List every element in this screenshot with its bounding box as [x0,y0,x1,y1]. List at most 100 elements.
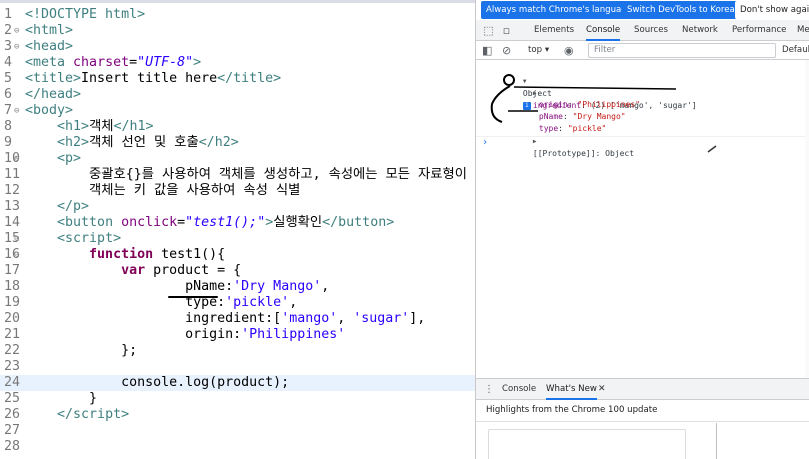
log-levels-dropdown[interactable]: Default [782,41,809,60]
clear-console-icon[interactable]: ⊘ [502,44,511,57]
code-text: <p> [57,151,82,166]
code-text: ingredient:['mango', 'sugar'], [185,311,426,326]
eye-icon[interactable]: ◉ [564,44,574,57]
code-text: type:'pickle', [185,295,298,310]
code-text: console.log(product); [121,375,290,390]
prompt-chevron-icon: › [482,137,489,148]
editor-tab-strip [0,0,475,3]
code-text: </script> [57,407,130,422]
line-number: 28 [4,439,21,454]
drawer-tabs: ⋮ Console What's New ✕ [476,379,809,400]
prop-pname: pName: "Dry Mango" [538,112,626,121]
code-text: <title>Insert title here</title> [25,71,282,86]
code-text: <script> [57,231,122,246]
fold-toggle-icon[interactable]: ⊖ [14,103,19,119]
drawer-tab-console[interactable]: Console [502,379,536,400]
line-number: 24 [4,375,21,390]
line-number: 22 [4,343,21,358]
tab-sources[interactable]: Sources [634,20,668,41]
code-text: <meta charset="UTF-8"> [25,55,202,70]
inspect-element-icon[interactable]: ⬚ [482,24,495,37]
prop-prototype[interactable]: ▶ [[Prototype]]: Object [504,123,634,158]
switch-korean-button[interactable]: Switch DevTools to Korean [622,1,746,19]
line-number: 7 [4,103,13,118]
tab-performance[interactable]: Performance [732,20,786,41]
code-text: </p> [57,199,90,214]
fold-toggle-icon[interactable]: ⊖ [14,231,19,247]
line-number: 3 [4,39,13,54]
line-number: 5 [4,71,13,86]
annotation-underline-pname [168,296,218,298]
drawer-divider [476,421,809,422]
object-log-header[interactable]: ▼ Object i [494,63,552,110]
console-scrollbar[interactable] [805,60,809,378]
line-number: 8 [4,119,13,134]
fold-toggle-icon[interactable]: ⊖ [14,23,19,39]
sidebar-toggle-icon[interactable]: ◧ [482,44,492,57]
devtools-drawer: ⋮ Console What's New ✕ Highlights from t… [476,378,809,459]
code-text: <h2>객체 선언 및 호출</h2> [57,135,239,150]
tab-console[interactable]: Console [586,20,621,41]
fold-toggle-icon[interactable]: ⊖ [14,247,19,263]
prop-ingredient[interactable]: ▶ ingredient: (2) ['mango', 'sugar'] [504,75,697,110]
line-number: 15 [4,231,21,246]
prop-type: type: "pickle" [538,124,607,133]
whats-new-card[interactable] [488,429,686,459]
code-text: <h1>객체</h1> [57,119,154,134]
code-text: <head> [25,39,74,54]
code-text: origin:'Philippines' [185,327,346,342]
code-text: <html> [25,23,74,38]
line-number: 2 [4,23,13,38]
drawer-menu-icon[interactable]: ⋮ [484,379,494,400]
drawer-vertical-divider [716,423,717,459]
devtools-tabs: ⬚ ▫ Elements Console Sources Network Per… [476,20,809,41]
match-language-button[interactable]: Always match Chrome's language [481,1,638,19]
context-selector[interactable]: top ▾ [528,41,549,60]
line-number: 16 [4,247,21,262]
line-number: 14 [4,215,21,230]
line-number: 17 [4,263,21,278]
fold-toggle-icon[interactable]: ⊖ [14,39,19,55]
tab-elements[interactable]: Elements [534,20,574,41]
dont-show-again-button[interactable]: Don't show again [735,1,809,19]
tab-network[interactable]: Network [682,20,718,41]
line-number: 21 [4,327,21,342]
line-number: 23 [4,359,21,374]
code-text: } [89,391,98,406]
console-toolbar: ◧ ⊘ top ▾ ◉ Filter Default [476,41,809,60]
code-text: </head> [25,87,82,102]
device-toolbar-icon[interactable]: ▫ [500,24,513,37]
line-number: 26 [4,407,21,422]
line-number: 18 [4,279,21,294]
line-number: 6 [4,87,13,102]
line-number: 11 [4,167,21,182]
console-prompt-line[interactable]: › [476,136,809,150]
code-text: 객체는 키 값을 사용하여 속성 식별 [89,183,301,198]
filter-input[interactable]: Filter [588,43,776,58]
code-text: pName:'Dry Mango', [185,279,330,294]
line-number: 25 [4,391,21,406]
console-output[interactable]: ▼ Object i ▶ ingredient: (2) ['mango', '… [476,60,809,378]
line-number: 9 [4,135,13,150]
line-number: 12 [4,183,21,198]
code-text: <body> [25,103,74,118]
line-number: 13 [4,199,21,214]
devtools-panel[interactable]: Always match Chrome's language Switch De… [475,0,809,459]
code-text: }; [121,343,138,358]
close-icon[interactable]: ✕ [598,379,606,400]
fold-toggle-icon[interactable]: ⊖ [14,151,19,167]
code-text: <!DOCTYPE html> [25,7,146,22]
line-number: 19 [4,295,21,310]
drawer-tab-whats-new[interactable]: What's New [546,379,597,400]
line-number: 4 [4,55,13,70]
code-text: function test1(){ [89,247,226,262]
tab-more[interactable]: Me [797,20,809,41]
line-number: 20 [4,311,21,326]
prop-origin: origin: "Philippines" [538,100,641,109]
code-text: var product = { [121,263,242,278]
language-infobar: Always match Chrome's language Switch De… [476,0,809,20]
whats-new-heading: Highlights from the Chrome 100 update [486,405,658,415]
line-number: 10 [4,151,21,166]
line-number: 27 [4,423,21,438]
line-number: 1 [4,7,13,22]
